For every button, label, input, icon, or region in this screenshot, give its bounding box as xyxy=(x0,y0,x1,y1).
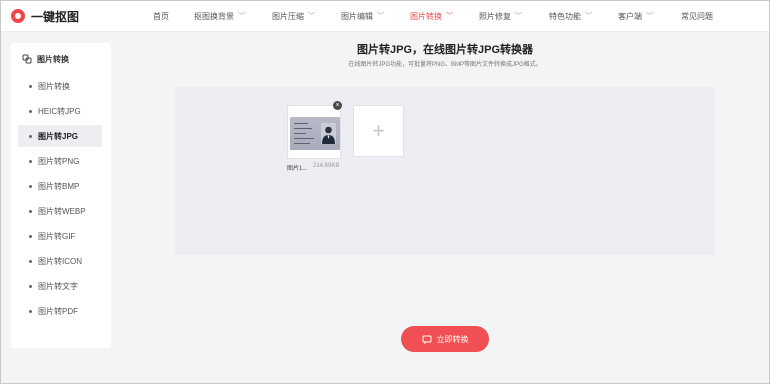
link-icon xyxy=(22,54,32,64)
uploaded-file-thumbnail[interactable] xyxy=(287,105,341,159)
convert-now-button[interactable]: 立即转换 xyxy=(401,326,489,352)
add-image-button[interactable]: + xyxy=(353,105,404,157)
nav-item-compress[interactable]: 图片压缩 ﹀ xyxy=(272,1,315,32)
bullet xyxy=(29,259,32,263)
upload-area[interactable]: × 图片1... 214.69KB + xyxy=(175,87,715,255)
file-size: 214.69KB xyxy=(313,163,340,169)
thumb-text-line xyxy=(294,143,310,144)
nav-item-repair[interactable]: 照片修复 ﹀ xyxy=(479,1,522,32)
sidebar: 图片转换 图片转换 HEIC转JPG 图片转JPG 图片转PNG 图片转BMP … xyxy=(11,43,111,348)
logo-icon xyxy=(11,9,25,23)
file-name: 图片1... xyxy=(287,166,308,172)
nav-item-convert[interactable]: 图片转换 ﹀ xyxy=(410,1,453,32)
page-subtitle: 在线图片转JPG功能，可批量将PNG、BMP等图片文件转换成JPG格式。 xyxy=(348,62,542,68)
thumb-text-line xyxy=(294,123,308,124)
chevron-down-icon: ﹀ xyxy=(308,12,315,20)
person-icon xyxy=(322,126,335,144)
page-title: 图片转JPG，在线图片转JPG转换器 xyxy=(356,44,534,56)
bullet xyxy=(29,234,32,238)
bullet xyxy=(29,134,32,138)
nav-item-features[interactable]: 特色功能 ﹀ xyxy=(549,1,592,32)
bullet xyxy=(29,284,32,288)
sidebar-item-to-pdf[interactable]: 图片转PDF xyxy=(18,300,102,322)
sidebar-title: 图片转换 xyxy=(37,54,69,64)
chevron-down-icon: ﹀ xyxy=(515,12,522,20)
sidebar-item-image-convert[interactable]: 图片转换 xyxy=(18,75,102,97)
sidebar-item-to-text[interactable]: 图片转文字 xyxy=(18,275,102,297)
convert-icon xyxy=(422,335,431,344)
sidebar-item-heic-to-jpg[interactable]: HEIC转JPG xyxy=(18,100,102,122)
sidebar-item-to-icon[interactable]: 图片转ICON xyxy=(18,250,102,272)
sidebar-header: 图片转换 xyxy=(11,43,111,75)
bullet xyxy=(29,209,32,213)
nav-item-home[interactable]: 首页 xyxy=(153,1,169,32)
thumb-text-line xyxy=(294,133,306,134)
nav-item-faq[interactable]: 常见问题 xyxy=(681,1,713,32)
chevron-down-icon: ﹀ xyxy=(585,12,592,20)
sidebar-item-to-webp[interactable]: 图片转WEBP xyxy=(18,200,102,222)
thumbnail-image xyxy=(290,117,340,150)
sidebar-item-to-jpg[interactable]: 图片转JPG xyxy=(18,125,102,147)
nav-item-cutout[interactable]: 抠图换背景 ﹀ xyxy=(194,1,245,32)
sidebar-item-to-bmp[interactable]: 图片转BMP xyxy=(18,175,102,197)
bullet xyxy=(29,184,32,188)
bullet xyxy=(29,309,32,313)
nav-item-client[interactable]: 客户端 ﹀ xyxy=(618,1,653,32)
convert-button-label: 立即转换 xyxy=(436,334,469,344)
chevron-down-icon: ﹀ xyxy=(377,12,384,20)
plus-icon: + xyxy=(372,118,385,143)
brand-logo[interactable]: 一键抠图 xyxy=(11,8,131,25)
bullet xyxy=(29,109,32,113)
sidebar-item-to-png[interactable]: 图片转PNG xyxy=(18,150,102,172)
thumb-text-line xyxy=(294,138,314,139)
bullet xyxy=(29,84,32,88)
chevron-down-icon: ﹀ xyxy=(646,12,653,20)
thumb-text-line xyxy=(294,128,312,129)
nav-item-edit[interactable]: 图片编辑 ﹀ xyxy=(341,1,384,32)
bullet xyxy=(29,159,32,163)
chevron-down-icon: ﹀ xyxy=(238,12,245,20)
top-navigation-bar: 一键抠图 首页 抠图换背景 ﹀ 图片压缩 ﹀ 图片编辑 ﹀ 图片转换 ﹀ 照片修复 ﹀ 特… xyxy=(1,1,769,32)
brand-name: 一键抠图 xyxy=(31,9,80,24)
close-icon[interactable]: × xyxy=(333,101,342,110)
chevron-down-icon: ﹀ xyxy=(446,12,453,20)
sidebar-item-to-gif[interactable]: 图片转GIF xyxy=(18,225,102,247)
id-photo xyxy=(321,123,336,144)
